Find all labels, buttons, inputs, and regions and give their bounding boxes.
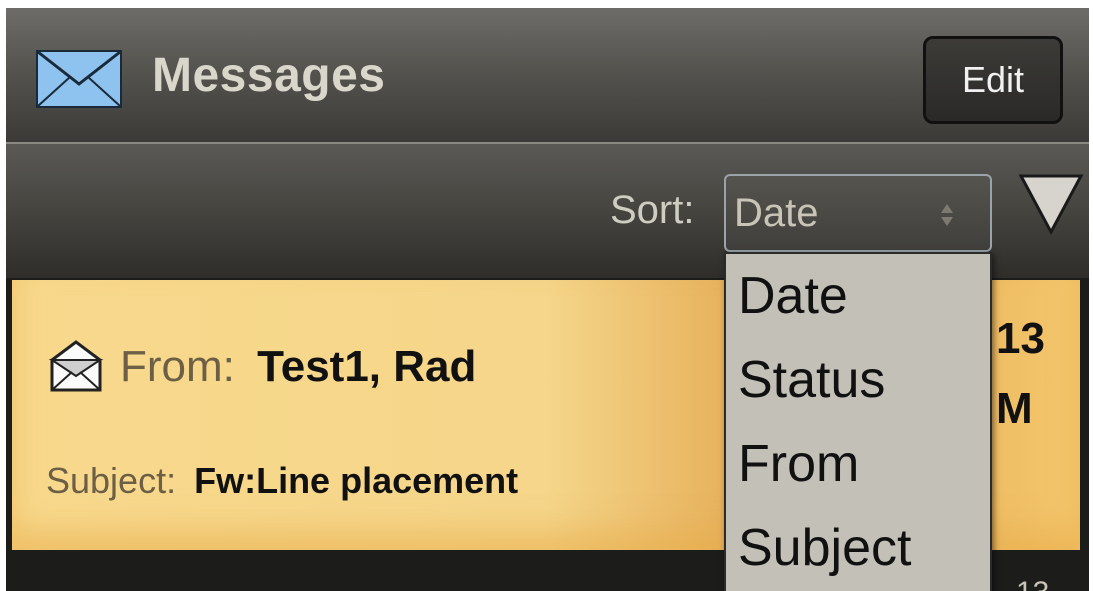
from-line: From: Test1, Rad [120, 342, 476, 392]
sort-dropdown: Date Status From Subject [724, 252, 992, 591]
subject-text: Fw:Line placement [194, 460, 519, 501]
from-name: Test1, Rad [257, 342, 477, 391]
subject-line: Subject: Fw:Line placement [46, 460, 518, 502]
from-label: From: [120, 342, 235, 391]
sort-label: Sort: [610, 188, 695, 232]
next-row-partial: 13 [1016, 576, 1049, 591]
message-time: M [996, 384, 1033, 433]
messages-screen: Messages Edit Sort: Date From: Test1, Ra… [6, 8, 1089, 591]
envelope-icon [36, 50, 122, 108]
select-arrows-icon [941, 204, 953, 226]
sort-select[interactable]: Date [724, 174, 992, 252]
sort-option-from[interactable]: From [726, 422, 990, 506]
subject-label: Subject: [46, 460, 177, 501]
sort-selected-value: Date [734, 190, 819, 235]
page-title: Messages [152, 49, 386, 102]
sort-option-subject[interactable]: Subject [726, 506, 990, 590]
message-date: 13 [996, 314, 1045, 363]
open-envelope-icon [48, 340, 104, 392]
edit-button[interactable]: Edit [923, 36, 1063, 124]
triangle-down-icon[interactable] [1018, 170, 1084, 236]
sort-option-status[interactable]: Status [726, 338, 990, 422]
header-bar: Messages Edit [6, 8, 1089, 144]
sort-option-date[interactable]: Date [726, 254, 990, 338]
